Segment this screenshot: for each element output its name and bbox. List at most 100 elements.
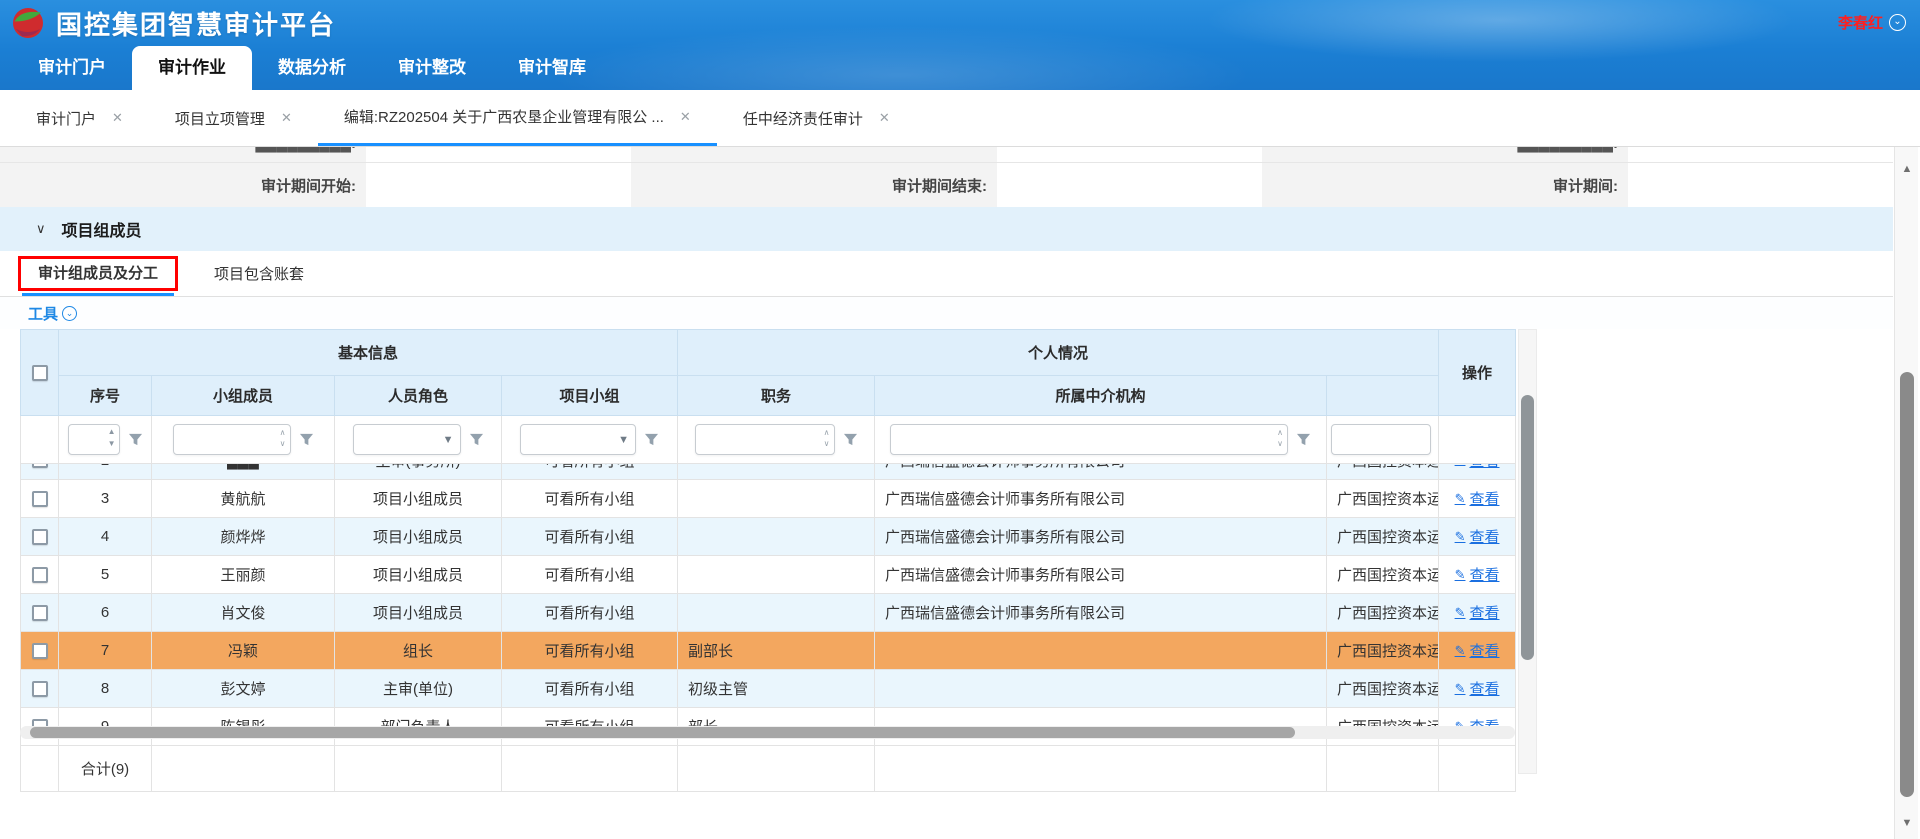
filter-funnel-icon[interactable] <box>843 433 858 447</box>
column-header-role: 人员角色 <box>335 376 502 416</box>
org-filter-input[interactable] <box>1332 425 1430 454</box>
chevron-down-icon[interactable]: ⌄ <box>62 306 77 321</box>
table-row[interactable]: 4颜烨烨项目小组成员可看所有小组 广西瑞信盛德会计师事务所有限公司广西国控资本运… <box>21 518 1516 556</box>
page-title: 国控集团智慧审计平台 <box>56 5 336 42</box>
view-link[interactable]: ✎查看 <box>1455 640 1500 661</box>
view-link[interactable]: ✎查看 <box>1455 602 1500 623</box>
pencil-icon: ✎ <box>1455 605 1466 621</box>
clipped-label: █████████: <box>0 147 366 163</box>
select-all-cell <box>21 330 59 416</box>
table-row[interactable]: 8彭文婷主审(单位)可看所有小组 初级主管广西国控资本运营 ✎查看 <box>21 670 1516 708</box>
scroll-up-arrow[interactable]: ▲ <box>1895 157 1919 181</box>
name-filter-input[interactable] <box>174 425 290 454</box>
row-checkbox[interactable] <box>32 681 48 697</box>
brand: 国控集团智慧审计平台 <box>0 0 336 46</box>
filter-funnel-icon[interactable] <box>1296 433 1311 447</box>
nav-item-audit-work[interactable]: 审计作业 <box>132 46 252 90</box>
scroll-down-arrow[interactable]: ▼ <box>1895 811 1919 835</box>
filter-funnel-icon[interactable] <box>128 433 143 447</box>
chevron-down-icon[interactable]: ⌄ <box>1889 14 1906 31</box>
table-row[interactable]: 5王丽颜项目小组成员可看所有小组 广西瑞信盛德会计师事务所有限公司广西国控资本运… <box>21 556 1516 594</box>
subtab-audit-team-members[interactable]: 审计组成员及分工 <box>22 251 174 296</box>
group-header-basic: 基本信息 <box>59 330 678 376</box>
tab-edit-rz202504[interactable]: 编辑:RZ202504 关于广西农垦企业管理有限公 ... ✕ <box>318 90 717 146</box>
pencil-icon: ✎ <box>1455 643 1466 659</box>
column-header-seq: 序号 <box>59 376 152 416</box>
filter-empty-cell <box>1439 416 1516 464</box>
row-checkbox[interactable] <box>32 605 48 621</box>
group-filter-select[interactable]: ▼ <box>520 424 636 455</box>
section-project-members[interactable]: ∨ 项目组成员 <box>0 207 1893 251</box>
role-filter-select[interactable]: ▼ <box>353 424 461 455</box>
clipped-label <box>631 147 997 163</box>
close-icon[interactable]: ✕ <box>112 110 123 126</box>
nav-item-audit-library[interactable]: 审计智库 <box>492 46 612 90</box>
view-link[interactable]: ✎查看 <box>1455 488 1500 509</box>
column-header-position: 职务 <box>678 376 875 416</box>
clipped-input[interactable] <box>997 147 1262 163</box>
filter-row: ▲▼ ∧∨ ▼ ▼ ∧∨ <box>21 416 1516 464</box>
tab-label: 任中经济责任审计 <box>743 108 863 129</box>
members-table-zone: 基本信息 个人情况 操作 序号 小组成员 人员角色 项目小组 职务 所属中介机构 <box>20 329 1515 792</box>
column-header-org <box>1327 376 1439 416</box>
filter-funnel-icon[interactable] <box>644 433 659 447</box>
row-checkbox[interactable] <box>32 567 48 583</box>
pencil-icon: ✎ <box>1455 491 1466 507</box>
subtab-project-account-sets[interactable]: 项目包含账套 <box>198 251 320 296</box>
user-menu[interactable]: 李春红 ⌄ <box>1838 12 1906 33</box>
table-scrollbar-thumb[interactable] <box>1521 395 1534 660</box>
agency-filter-input[interactable] <box>891 425 1287 454</box>
close-icon[interactable]: ✕ <box>281 110 292 126</box>
nav-item-data-analysis[interactable]: 数据分析 <box>252 46 372 90</box>
audit-period-input[interactable] <box>1628 163 1893 207</box>
table-row-highlighted[interactable]: 7冯颖组长可看所有小组 副部长广西国控资本运营 ✎查看 <box>21 632 1516 670</box>
select-all-checkbox[interactable] <box>32 365 48 381</box>
horizontal-scrollbar-thumb[interactable] <box>30 727 1295 738</box>
app-logo-icon <box>12 7 44 39</box>
view-link[interactable]: ✎查看 <box>1455 464 1500 471</box>
column-header-action: 操作 <box>1439 330 1516 416</box>
close-icon[interactable]: ✕ <box>680 109 691 125</box>
column-header-agency: 所属中介机构 <box>875 376 1327 416</box>
tab-label: 项目立项管理 <box>175 108 265 129</box>
row-checkbox[interactable] <box>32 464 48 468</box>
clipped-input[interactable] <box>1628 147 1893 163</box>
filter-funnel-icon[interactable] <box>299 433 314 447</box>
clipped-input[interactable] <box>366 147 631 163</box>
tools-menu[interactable]: 工具 <box>28 303 58 324</box>
field-label-audit-period-start: 审计期间开始: <box>0 163 366 207</box>
view-link[interactable]: ✎查看 <box>1455 678 1500 699</box>
page-vertical-scrollbar[interactable]: ▲ ▼ <box>1894 147 1918 839</box>
page-scrollbar-thumb[interactable] <box>1900 372 1914 797</box>
section-title: 项目组成员 <box>62 217 142 241</box>
view-link[interactable]: ✎查看 <box>1455 526 1500 547</box>
tab-economic-duty-audit[interactable]: 任中经济责任审计 ✕ <box>717 90 916 146</box>
tools-row: 工具 ⌄ <box>0 297 1893 329</box>
user-name: 李春红 <box>1838 12 1883 33</box>
top-header: 国控集团智慧审计平台 李春红 ⌄ 审计门户 审计作业 数据分析 审计整改 审计智… <box>0 0 1920 90</box>
filter-funnel-icon[interactable] <box>469 433 484 447</box>
close-icon[interactable]: ✕ <box>879 110 890 126</box>
nav-item-audit-portal[interactable]: 审计门户 <box>12 46 132 90</box>
audit-platform-page: 国控集团智慧审计平台 李春红 ⌄ 审计门户 审计作业 数据分析 审计整改 审计智… <box>0 0 1920 839</box>
table-row-partial[interactable]: 2 ███ 主审(事务所) 可看所有小组 广西瑞信盛德会计师事务所有限公司 广西… <box>21 464 1516 480</box>
horizontal-scrollbar[interactable] <box>20 726 1515 739</box>
tab-project-setup[interactable]: 项目立项管理 ✕ <box>149 90 318 146</box>
row-checkbox[interactable] <box>32 529 48 545</box>
nav-item-audit-rectify[interactable]: 审计整改 <box>372 46 492 90</box>
position-filter-input[interactable] <box>696 425 834 454</box>
table-row[interactable]: 6肖文俊项目小组成员可看所有小组 广西瑞信盛德会计师事务所有限公司广西国控资本运… <box>21 594 1516 632</box>
member-subtabs: 审计组成员及分工 项目包含账套 <box>0 251 1893 297</box>
clipped-label: █████████: <box>1262 147 1628 163</box>
table-row[interactable]: 3黄航航项目小组成员可看所有小组 广西瑞信盛德会计师事务所有限公司广西国控资本运… <box>21 480 1516 518</box>
audit-period-end-input[interactable] <box>997 163 1262 207</box>
tab-audit-portal[interactable]: 审计门户 ✕ <box>10 90 149 146</box>
collapse-chevron-icon[interactable]: ∨ <box>36 221 46 237</box>
table-vertical-scrollbar[interactable] <box>1518 329 1537 774</box>
row-checkbox[interactable] <box>32 491 48 507</box>
view-link[interactable]: ✎查看 <box>1455 564 1500 585</box>
summary-row: 合计(9) <box>21 746 1516 792</box>
audit-period-start-input[interactable] <box>366 163 631 207</box>
field-label-audit-period: 审计期间: <box>1262 163 1628 207</box>
row-checkbox[interactable] <box>32 643 48 659</box>
